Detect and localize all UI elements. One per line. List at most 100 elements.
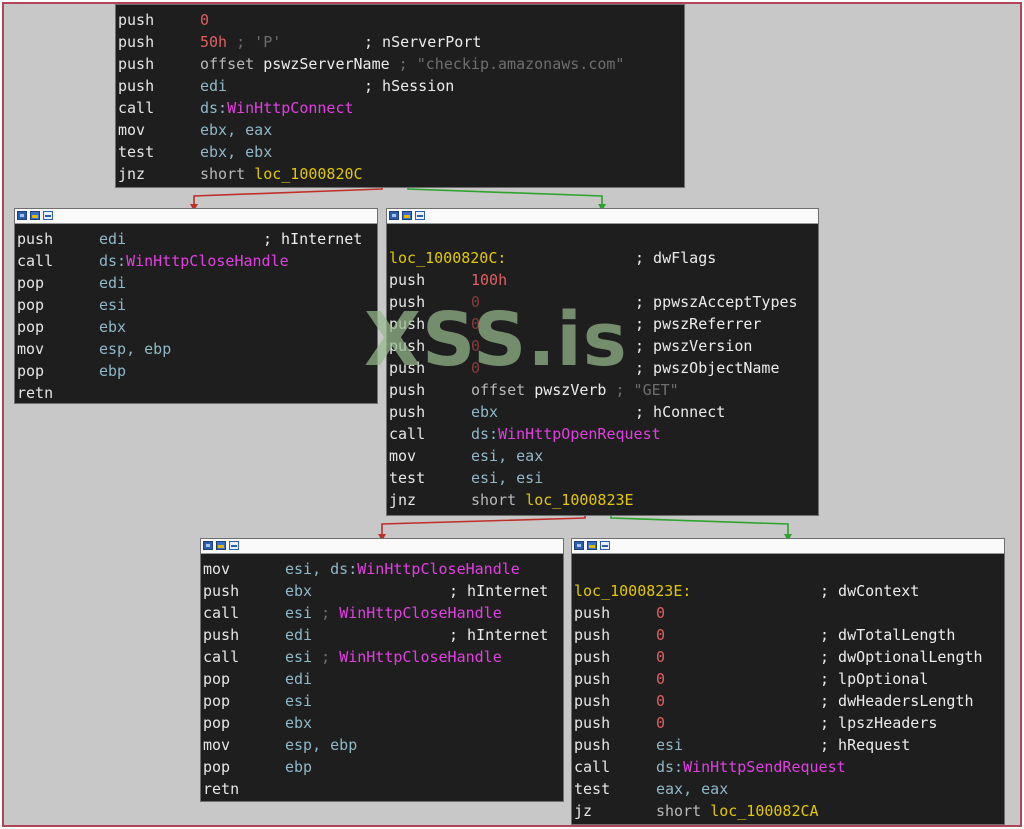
code-line[interactable]: push 0 ; dwHeadersLength — [572, 690, 1004, 712]
code-line[interactable]: push edi ; hSession — [116, 75, 684, 97]
line-comment: ; dwFlags — [635, 249, 717, 267]
operand-token: short — [471, 491, 526, 509]
code-line[interactable]: call ds:WinHttpOpenRequest — [387, 423, 818, 445]
operands: esi ; WinHttpCloseHandle — [285, 602, 502, 624]
code-line[interactable]: push 0 ; ppwszAcceptTypes — [387, 291, 818, 313]
code-line[interactable]: pop ebp — [201, 756, 563, 778]
line-comment: ; pwszObjectName — [635, 359, 780, 377]
code-line[interactable]: push 0 — [116, 9, 684, 31]
mnemonic: push — [574, 714, 611, 732]
code-line[interactable]: mov esp, ebp — [15, 338, 377, 360]
operand-token: 0 — [656, 714, 666, 732]
block-titlebar[interactable] — [201, 539, 563, 554]
code-block-loc-1000823E[interactable]: loc_1000823E: ; dwContext push 0 push 0 ; dwTo… — [571, 538, 1005, 825]
code-line[interactable]: retn — [15, 382, 377, 403]
graph-icon[interactable] — [389, 211, 399, 220]
code-line[interactable]: push 0 ; lpszHeaders — [572, 712, 1004, 734]
comment-icon[interactable] — [43, 211, 53, 220]
code-line[interactable]: test eax, eax — [572, 778, 1004, 800]
comment-icon[interactable] — [229, 541, 239, 550]
code-line[interactable]: push 0 ; dwTotalLength — [572, 624, 1004, 646]
code-line[interactable]: push offset pwszVerb ; "GET" — [387, 379, 818, 401]
code-line[interactable]: push 50h ; 'P' ; nServerPort — [116, 31, 684, 53]
graph-icon[interactable] — [574, 541, 584, 550]
code-line[interactable]: call ds:WinHttpCloseHandle — [15, 250, 377, 272]
code-line[interactable]: call ds:WinHttpSendRequest — [572, 756, 1004, 778]
code-line[interactable]: test esi, esi — [387, 467, 818, 489]
code-line[interactable]: pop edi — [201, 668, 563, 690]
code-line[interactable]: test ebx, ebx — [116, 141, 684, 163]
code-line[interactable]: pop ebx — [15, 316, 377, 338]
block-titlebar[interactable] — [572, 539, 1004, 554]
mnemonic: pop — [17, 274, 45, 292]
code-line[interactable]: push ebx ; hInternet — [201, 580, 563, 602]
symbol-ref[interactable]: WinHttpSendRequest — [683, 758, 846, 776]
mnemonic: push — [389, 293, 426, 311]
mnemonic: mov — [203, 736, 231, 754]
code-line[interactable]: push ebx ; hConnect — [387, 401, 818, 423]
code-label[interactable]: loc_1000820C: — [389, 247, 506, 269]
code-line[interactable]: push edi ; hInternet — [201, 624, 563, 646]
code-line[interactable]: push offset pswzServerName ; "checkip.ama… — [116, 53, 684, 75]
code-line[interactable]: pop edi — [15, 272, 377, 294]
code-line[interactable]: retn — [201, 778, 563, 800]
code-line[interactable]: pop ebx — [201, 712, 563, 734]
symbol-ref[interactable]: WinHttpCloseHandle — [339, 648, 502, 666]
symbol-ref[interactable]: loc_1000820C — [254, 165, 362, 183]
code-block-loc-1000820C[interactable]: loc_1000820C: ; dwFlags push 100h push 0 ; ppw… — [386, 208, 819, 516]
chart-icon[interactable] — [30, 211, 40, 220]
code-line[interactable]: pop esi — [15, 294, 377, 316]
code-line[interactable]: push 0 ; pwszObjectName — [387, 357, 818, 379]
code-line[interactable]: loc_1000823E: ; dwContext — [572, 580, 1004, 602]
code-label[interactable]: loc_1000823E: — [574, 580, 691, 602]
chart-icon[interactable] — [587, 541, 597, 550]
chart-icon[interactable] — [216, 541, 226, 550]
code-line[interactable] — [387, 225, 818, 247]
graph-icon[interactable] — [17, 211, 27, 220]
code-line[interactable]: call esi ; WinHttpCloseHandle — [201, 646, 563, 668]
line-comment: ; nServerPort — [364, 33, 482, 51]
code-line[interactable]: push esi ; hRequest — [572, 734, 1004, 756]
operand-token: ; — [312, 648, 340, 666]
code-line[interactable]: call ds:WinHttpConnect — [116, 97, 684, 119]
code-line[interactable]: mov ebx, eax — [116, 119, 684, 141]
code-line[interactable]: pop esi — [201, 690, 563, 712]
code-line[interactable]: push 0 ; lpOptional — [572, 668, 1004, 690]
operands: esi, eax — [471, 445, 543, 467]
comment-icon[interactable] — [415, 211, 425, 220]
graph-icon[interactable] — [203, 541, 213, 550]
code-line[interactable]: jnz short loc_1000823E — [387, 489, 818, 511]
code-line[interactable]: mov esi, ds:WinHttpCloseHandle — [201, 558, 563, 580]
symbol-ref[interactable]: WinHttpOpenRequest — [498, 425, 661, 443]
code-line[interactable]: pop ebp — [15, 360, 377, 382]
code-line[interactable]: push 0 ; pwszVersion — [387, 335, 818, 357]
symbol-ref[interactable]: WinHttpCloseHandle — [126, 252, 289, 270]
symbol-ref[interactable]: WinHttpCloseHandle — [339, 604, 502, 622]
code-block-close-internet[interactable]: push edi ; hInternet call ds:WinHttpCloseHan… — [14, 208, 378, 404]
code-block-close-handles[interactable]: mov esi, ds:WinHttpCloseHandle push ebx; hI… — [200, 538, 564, 802]
comment-icon[interactable] — [600, 541, 610, 550]
line-comment: ; hInternet — [263, 230, 363, 248]
code-line[interactable]: push 100h — [387, 269, 818, 291]
symbol-ref[interactable]: WinHttpCloseHandle — [357, 560, 520, 578]
code-line[interactable]: loc_1000820C: ; dwFlags — [387, 247, 818, 269]
code-line[interactable]: push 0 — [572, 602, 1004, 624]
code-line[interactable]: push 0 ; dwOptionalLength — [572, 646, 1004, 668]
code-line[interactable]: jz short loc_100082CA — [572, 800, 1004, 822]
operand-token: esi — [285, 648, 313, 666]
block-titlebar[interactable] — [15, 209, 377, 224]
code-block-winhttpconnect[interactable]: push 0 push 50h ; 'P' ; nServerPort push offse… — [115, 4, 685, 188]
code-line[interactable]: mov esi, eax — [387, 445, 818, 467]
symbol-ref[interactable]: WinHttpConnect — [227, 99, 353, 117]
operand-token: 100h — [471, 271, 508, 289]
chart-icon[interactable] — [402, 211, 412, 220]
symbol-ref[interactable]: loc_100082CA — [710, 802, 818, 820]
code-line[interactable]: push edi ; hInternet — [15, 228, 377, 250]
operand-token: short — [656, 802, 711, 820]
code-line[interactable]: mov esp, ebp — [201, 734, 563, 756]
symbol-ref[interactable]: loc_1000823E — [525, 491, 633, 509]
code-line[interactable]: call esi ; WinHttpCloseHandle — [201, 602, 563, 624]
block-titlebar[interactable] — [387, 209, 818, 224]
code-line[interactable]: jnz short loc_1000820C — [116, 163, 684, 185]
code-line[interactable]: push 0 ; pwszReferrer — [387, 313, 818, 335]
